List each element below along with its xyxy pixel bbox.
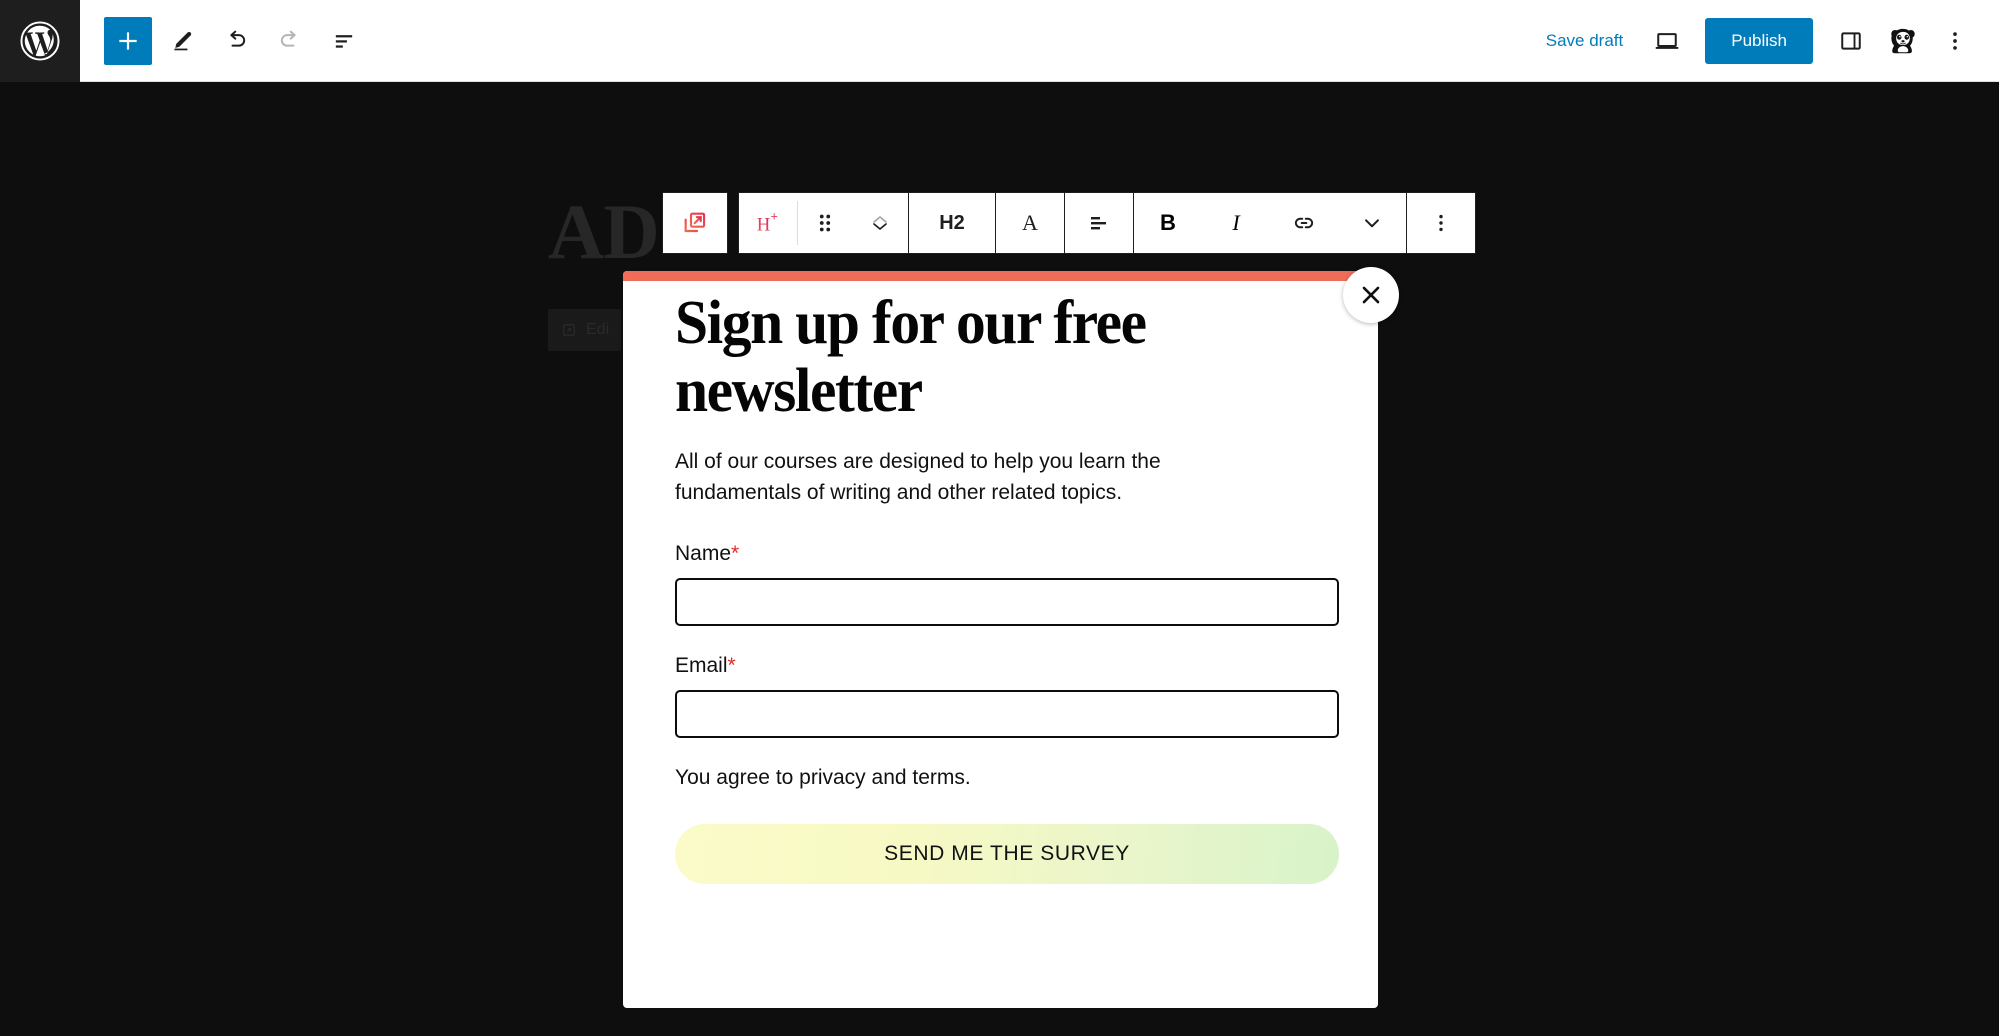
chevron-down-icon [1365, 219, 1379, 228]
block-toolbar: H + H2 A B I [662, 192, 1476, 254]
panda-avatar-icon [1891, 28, 1915, 53]
email-label-text: Email [675, 653, 728, 677]
undo-arrow-icon [230, 30, 246, 47]
change-heading-level-button[interactable]: H + [739, 193, 797, 253]
popup-icon [563, 324, 575, 336]
tools-button[interactable] [158, 17, 206, 65]
list-view-icon [335, 34, 353, 48]
top-bar-right-tools: Save draft Publish [1530, 17, 1999, 65]
move-block-button[interactable] [852, 193, 908, 253]
send-survey-button[interactable]: SEND ME THE SURVEY [675, 823, 1339, 884]
block-type-button[interactable]: H2 [909, 193, 995, 253]
undo-button[interactable] [212, 17, 260, 65]
terms-text: You agree to privacy and terms. [675, 765, 971, 789]
align-text-button[interactable] [1065, 193, 1133, 253]
email-input[interactable] [675, 689, 1339, 738]
modal-title: Sign up for our free newsletter [675, 289, 1147, 426]
email-field-label: Email* [675, 654, 1326, 678]
external-link-popup-icon [684, 212, 706, 233]
wordpress-logo-button[interactable] [0, 0, 80, 82]
name-field-label: Name* [675, 542, 1326, 566]
modal-description: All of our courses are designed to help … [675, 450, 1161, 504]
save-draft-button[interactable]: Save draft [1530, 21, 1640, 61]
add-block-button[interactable] [104, 16, 152, 65]
name-input[interactable] [675, 577, 1339, 626]
three-dots-vertical-icon [1953, 31, 1957, 50]
redo-arrow-icon [280, 30, 296, 47]
plus-icon [119, 31, 137, 50]
publish-button[interactable]: Publish [1705, 17, 1813, 64]
name-field-group: Name* [675, 542, 1339, 626]
move-up-down-chevrons-icon [873, 216, 887, 230]
align-text-icon [1091, 217, 1106, 230]
italic-button[interactable]: I [1202, 193, 1270, 253]
link-icon [1294, 217, 1314, 229]
background-badge-label: Edi [586, 321, 610, 338]
more-rich-text-button[interactable] [1338, 193, 1406, 253]
modal-close-button[interactable] [1343, 267, 1399, 323]
block-toolbar-group: H + H2 A B I [738, 192, 1476, 254]
block-options-button[interactable] [1407, 193, 1475, 253]
close-x-icon [1362, 286, 1380, 304]
sidebar-panel-icon [1841, 31, 1861, 50]
required-marker: * [731, 541, 740, 565]
three-dots-vertical-icon [1439, 214, 1443, 232]
popup-maker-button[interactable] [662, 192, 728, 254]
editor-top-bar: Save draft Publish [0, 0, 1999, 82]
name-label-text: Name [675, 541, 732, 565]
drag-handle-button[interactable] [798, 193, 852, 253]
laptop-preview-icon [1655, 32, 1679, 49]
user-avatar-button[interactable] [1879, 17, 1927, 65]
preview-button[interactable] [1643, 17, 1691, 65]
drag-dots-icon [819, 214, 831, 232]
svg-text:H: H [757, 215, 771, 236]
modal-accent-bar [623, 271, 1378, 281]
pencil-icon [174, 31, 192, 50]
list-view-button[interactable] [320, 17, 368, 65]
background-heading-text: AD [548, 188, 660, 275]
redo-button[interactable] [266, 17, 314, 65]
background-block-badge: Edi [548, 309, 622, 351]
svg-text:+: + [771, 210, 778, 224]
required-marker: * [727, 653, 736, 677]
wordpress-logo-icon [20, 20, 60, 61]
modal-content: Sign up for our free newsletter All of o… [623, 271, 1378, 884]
editor-options-button[interactable] [1931, 17, 1979, 65]
bold-button[interactable]: B [1134, 193, 1202, 253]
settings-sidebar-button[interactable] [1827, 17, 1875, 65]
newsletter-signup-modal: Sign up for our free newsletter All of o… [623, 271, 1378, 1008]
email-field-group: Email* [675, 654, 1339, 738]
typography-button[interactable]: A [996, 193, 1064, 253]
heading-plus-icon: H + [757, 210, 778, 236]
top-bar-left-tools [80, 16, 368, 65]
link-button[interactable] [1270, 193, 1338, 253]
